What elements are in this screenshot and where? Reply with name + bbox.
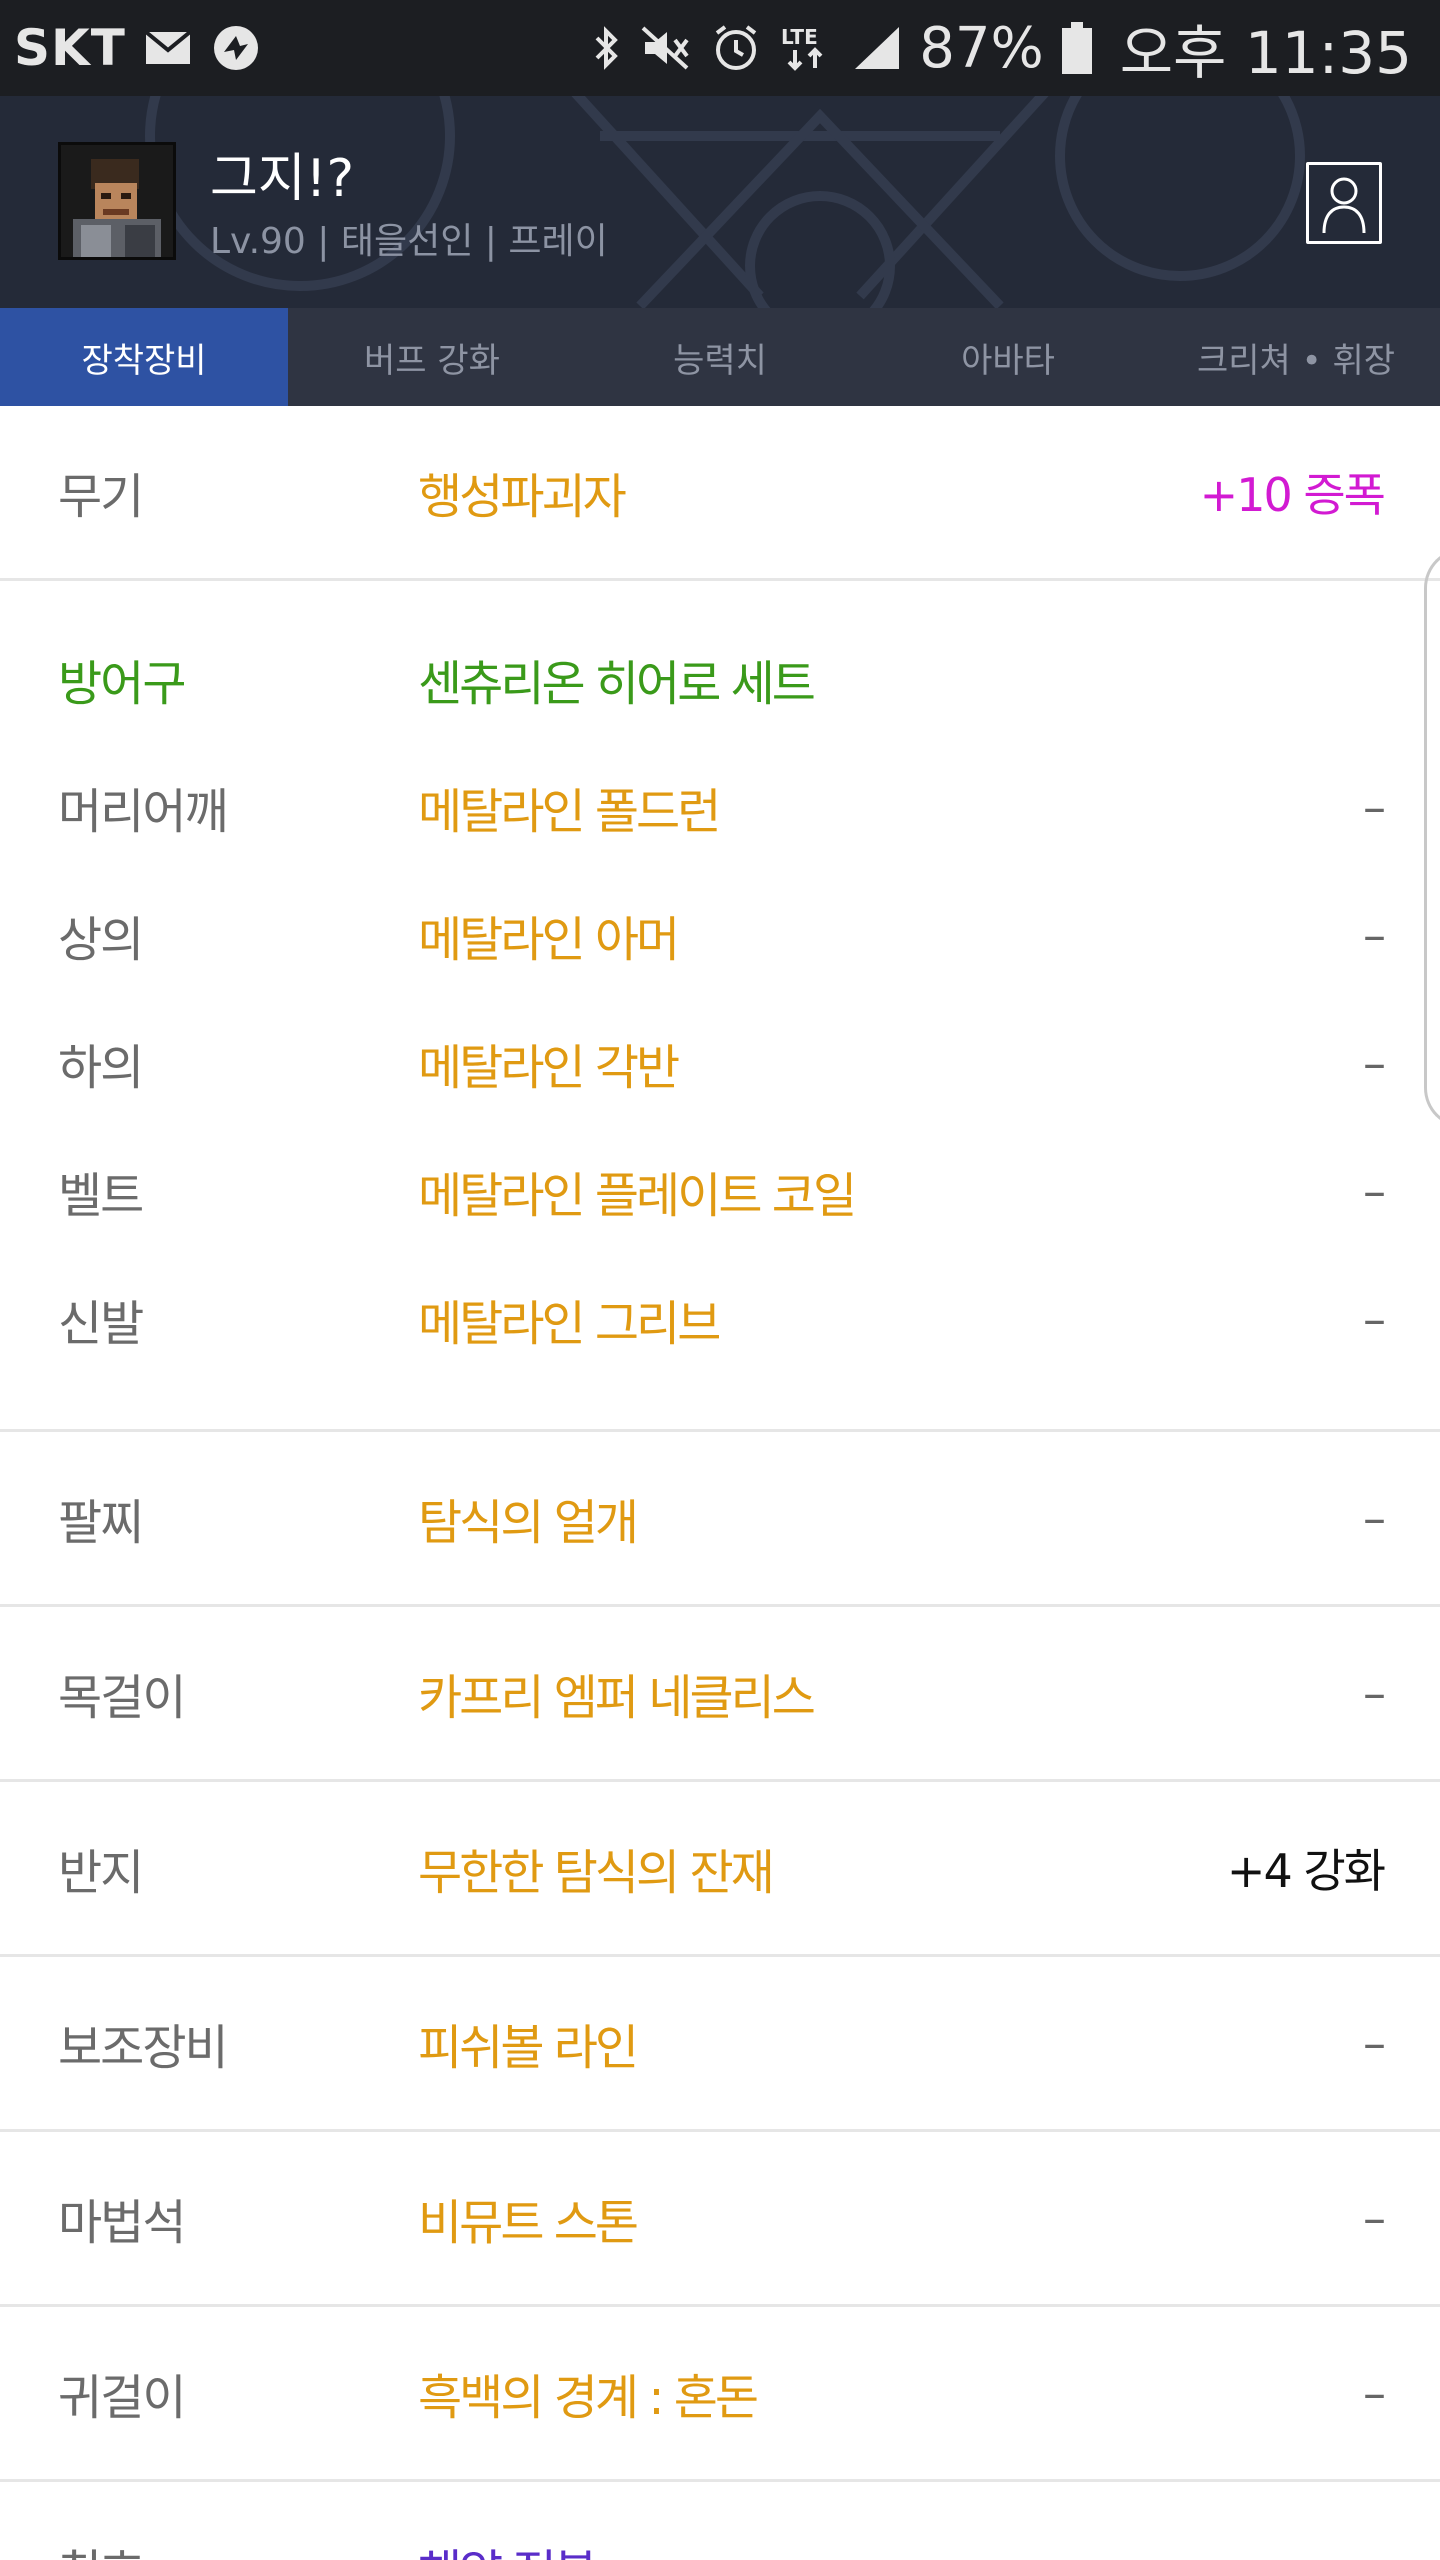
signal-icon [853, 20, 901, 76]
support-section: 보조장비 피쉬볼 라인 – [0, 1957, 1440, 2132]
battery-percent: 87% [919, 15, 1044, 81]
tab-avatar[interactable]: 아바타 [864, 308, 1152, 406]
equipment-row-ring[interactable]: 반지 무한한 탐식의 잔재 +4 강화 [0, 1782, 1440, 1954]
character-name: 그지!? [210, 149, 355, 209]
tab-stats[interactable]: 능력치 [576, 308, 864, 406]
enhance-level: – [1363, 1491, 1386, 1545]
set-name: 센츄리온 히어로 세트 [418, 656, 816, 712]
scroll-edge-indicator [1424, 548, 1440, 1128]
weapon-section: 무기 행성파괴자 +10 증폭 [0, 406, 1440, 581]
equipment-row-top[interactable]: 상의 메탈라인 아머 – [0, 871, 1440, 999]
equipment-row-bottom[interactable]: 하의 메탈라인 각반 – [0, 999, 1440, 1127]
item-name: 피쉬볼 라인 [418, 2020, 639, 2076]
slot-label: 방어구 [58, 656, 186, 712]
carrier-label: SKT [14, 19, 126, 77]
item-name: 메탈라인 아머 [418, 912, 680, 968]
tab-creature-emblem[interactable]: 크리쳐 • 휘장 [1152, 308, 1440, 406]
tab-equipment[interactable]: 장착장비 [0, 308, 288, 406]
slot-label: 마법석 [58, 2195, 186, 2251]
status-bar: SKT LTE 87% 오후 11:35 [0, 0, 1440, 96]
slot-label: 상의 [58, 912, 144, 968]
magic-stone-section: 마법석 비뮤트 스톤 – [0, 2132, 1440, 2307]
slot-label: 칭호 [58, 2533, 144, 2560]
enhance-level: – [1363, 2366, 1386, 2420]
mute-icon [639, 20, 693, 76]
title-section: 칭호 해양 정복 – [0, 2482, 1440, 2560]
armor-set-row[interactable]: 방어구 센츄리온 히어로 세트 [0, 615, 1440, 743]
item-name: 해양 정복 [418, 2533, 598, 2560]
enhance-level: – [1363, 2191, 1386, 2245]
enhance-level: – [1363, 2541, 1386, 2560]
tab-buff-enhance[interactable]: 버프 강화 [288, 308, 576, 406]
lte-icon: LTE [779, 20, 835, 76]
item-name: 무한한 탐식의 잔재 [418, 1845, 775, 1901]
bluetooth-icon [593, 20, 621, 76]
equipment-row-shoulder[interactable]: 머리어깨 메탈라인 폴드런 – [0, 743, 1440, 871]
earring-section: 귀걸이 흑백의 경계 : 혼돈 – [0, 2307, 1440, 2482]
character-avatar[interactable] [58, 142, 176, 260]
equipment-row-shoes[interactable]: 신발 메탈라인 그리브 – [0, 1255, 1440, 1383]
armor-section: 방어구 센츄리온 히어로 세트 머리어깨 메탈라인 폴드런 – 상의 메탈라인 … [0, 581, 1440, 1432]
item-name: 비뮤트 스톤 [418, 2195, 639, 2251]
item-name: 메탈라인 플레이트 코일 [418, 1168, 857, 1224]
enhance-level: – [1363, 1036, 1386, 1090]
clock: 오후 11:35 [1119, 19, 1412, 87]
ring-section: 반지 무한한 탐식의 잔재 +4 강화 [0, 1782, 1440, 1957]
equipment-row-necklace[interactable]: 목걸이 카프리 엠퍼 네클리스 – [0, 1607, 1440, 1779]
equipment-row-earring[interactable]: 귀걸이 흑백의 경계 : 혼돈 – [0, 2307, 1440, 2479]
slot-label: 머리어깨 [58, 784, 229, 840]
equipment-row-support[interactable]: 보조장비 피쉬볼 라인 – [0, 1957, 1440, 2129]
alarm-icon [711, 20, 761, 76]
battery-icon [1061, 20, 1092, 76]
equipment-row-weapon[interactable]: 무기 행성파괴자 +10 증폭 [0, 406, 1440, 578]
item-name: 탐식의 얼개 [418, 1495, 639, 1551]
tab-bar: 장착장비 버프 강화 능력치 아바타 크리쳐 • 휘장 [0, 308, 1440, 406]
slot-label: 반지 [58, 1845, 144, 1901]
equipment-row-magic-stone[interactable]: 마법석 비뮤트 스톤 – [0, 2132, 1440, 2304]
enhance-level: – [1363, 908, 1386, 962]
slot-label: 목걸이 [58, 1670, 186, 1726]
profile-header: 그지!? Lv.90 | 태을선인 | 프레이 [0, 96, 1440, 308]
item-name: 메탈라인 각반 [418, 1040, 680, 1096]
mail-icon [144, 20, 192, 76]
profile-button[interactable] [1306, 162, 1382, 244]
slot-label: 벨트 [58, 1168, 144, 1224]
item-name: 흑백의 경계 : 혼돈 [418, 2370, 759, 2426]
necklace-section: 목걸이 카프리 엠퍼 네클리스 – [0, 1607, 1440, 1782]
slot-label: 귀걸이 [58, 2370, 186, 2426]
enhance-level: +4 강화 [1226, 1844, 1386, 1898]
equipment-row-bracelet[interactable]: 팔찌 탐식의 얼개 – [0, 1432, 1440, 1604]
slot-label: 신발 [58, 1296, 144, 1352]
slot-label: 무기 [58, 469, 144, 525]
enhance-level: – [1363, 2016, 1386, 2070]
enhance-level: – [1363, 780, 1386, 834]
equipment-list: 무기 행성파괴자 +10 증폭 방어구 센츄리온 히어로 세트 머리어깨 메탈라… [0, 406, 1440, 2560]
enhance-level: – [1363, 1164, 1386, 1218]
enhance-level: – [1363, 1292, 1386, 1346]
bracelet-section: 팔찌 탐식의 얼개 – [0, 1432, 1440, 1607]
slot-label: 보조장비 [58, 2020, 229, 2076]
equipment-row-title[interactable]: 칭호 해양 정복 – [0, 2482, 1440, 2560]
app-icon [210, 20, 262, 76]
item-name: 카프리 엠퍼 네클리스 [418, 1670, 816, 1726]
slot-label: 하의 [58, 1040, 144, 1096]
person-icon [1322, 177, 1366, 234]
svg-text:LTE: LTE [781, 25, 818, 49]
item-name: 행성파괴자 [418, 469, 627, 525]
amplify-level: +10 증폭 [1199, 468, 1386, 522]
enhance-level: – [1363, 1666, 1386, 1720]
slot-label: 팔찌 [58, 1495, 144, 1551]
character-info: Lv.90 | 태을선인 | 프레이 [210, 221, 608, 262]
item-name: 메탈라인 폴드런 [418, 784, 721, 840]
equipment-row-belt[interactable]: 벨트 메탈라인 플레이트 코일 – [0, 1127, 1440, 1255]
item-name: 메탈라인 그리브 [418, 1296, 721, 1352]
